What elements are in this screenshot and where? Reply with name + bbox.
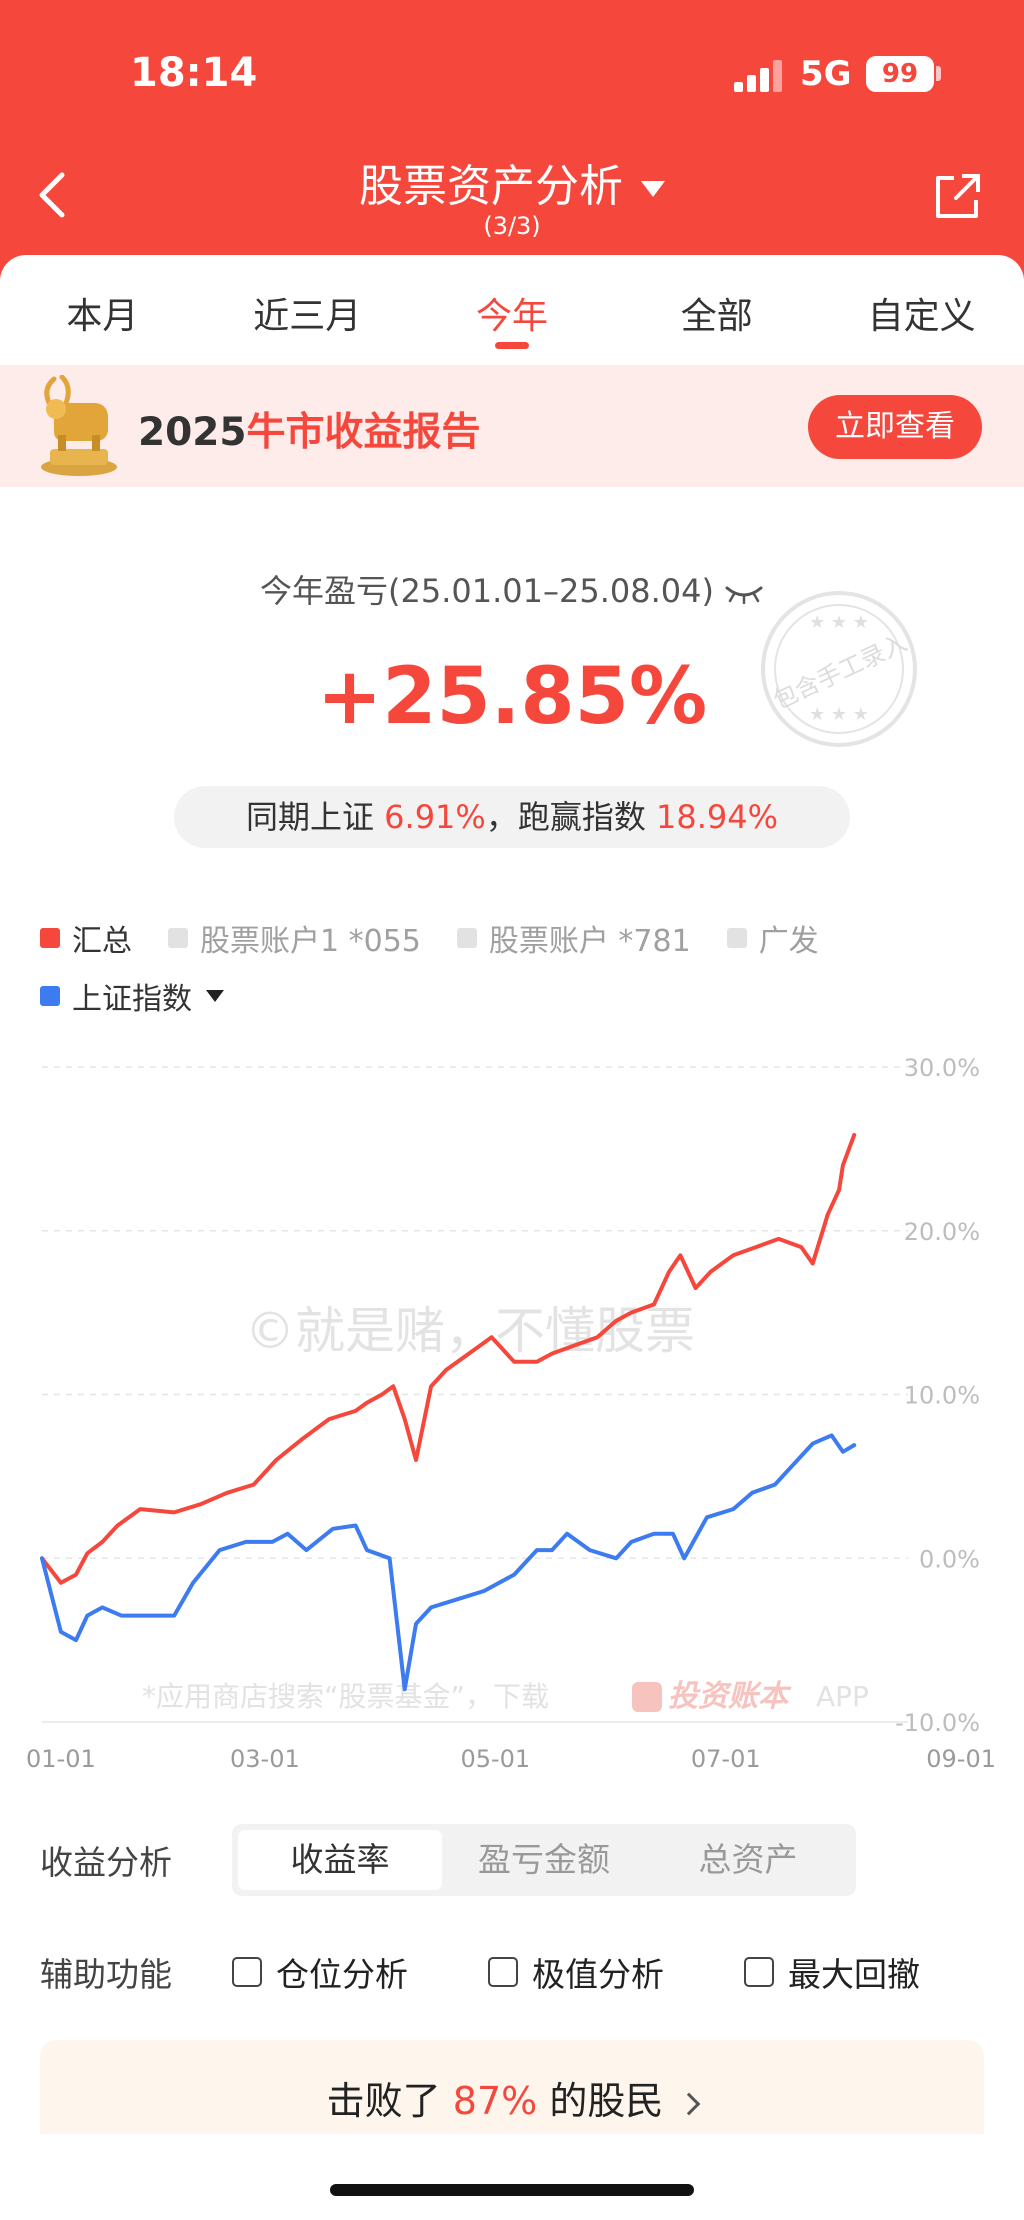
svg-text:★ ★ ★: ★ ★ ★: [809, 704, 869, 725]
share-icon[interactable]: [932, 170, 984, 222]
checkbox-icon: [488, 1957, 518, 1987]
x-tick-label: 05-01: [460, 1745, 530, 1773]
legend-swatch: [40, 928, 60, 948]
battery-tip: [936, 66, 941, 81]
banner-year: 2025: [138, 410, 247, 455]
legend-account-055[interactable]: 股票账户1 *055: [168, 916, 421, 960]
status-time: 18:14: [130, 50, 258, 96]
checkbox-label: 极值分析: [532, 1955, 664, 1994]
legend-account-781[interactable]: 股票账户 *781: [456, 916, 691, 960]
tab-three-months[interactable]: 近三月: [205, 255, 410, 365]
page-title-text: 股票资产分析: [359, 161, 623, 212]
y-tick-label: 10.0%: [904, 1382, 980, 1410]
analysis-segment: 收益率 盈亏金额 总资产: [232, 1824, 856, 1896]
network-label: 5G: [800, 54, 852, 94]
legend-label: 汇总: [72, 924, 132, 959]
chart-footer-brand: 投资账本: [668, 1679, 792, 1714]
tab-this-year[interactable]: 今年: [410, 255, 615, 365]
bull-icon: [41, 375, 117, 476]
banner-title: 2025牛市收益报告: [138, 401, 481, 457]
legend-label: 上证指数: [72, 982, 192, 1017]
checkbox-icon: [744, 1957, 774, 1987]
legend-benchmark[interactable]: 上证指数: [40, 974, 224, 1018]
x-tick-label: 09-01: [926, 1745, 996, 1773]
chart-footer-app: APP: [816, 1680, 869, 1713]
position-analysis-checkbox[interactable]: 仓位分析: [232, 1948, 408, 1996]
checkbox-label: 仓位分析: [276, 1955, 408, 1994]
home-indicator: [330, 2184, 694, 2196]
battery-icon: 99: [866, 56, 934, 92]
y-tick-label: 0.0%: [919, 1545, 980, 1573]
report-banner[interactable]: 2025牛市收益报告 立即查看: [0, 365, 1024, 487]
compare-mid: ，跑赢指数: [485, 798, 646, 836]
return-chart[interactable]: 30.0% 20.0% 10.0% 0.0% -10.0% 01-01 03-01 05-01…: [0, 1030, 1024, 1790]
beat-suffix: 的股民: [549, 2079, 664, 2123]
analysis-label: 收益分析: [40, 1843, 172, 1882]
banner-text: 牛市收益报告: [246, 410, 481, 455]
y-tick-label: 20.0%: [904, 1218, 980, 1246]
y-tick-label: -10.0%: [895, 1709, 980, 1737]
legend-swatch: [726, 928, 747, 948]
checkbox-label: 最大回撤: [788, 1955, 920, 1994]
pl-label-text: 今年盈亏(25.01.01–25.08.04): [260, 572, 714, 610]
benchmark-dropdown-icon: [206, 990, 224, 1002]
y-tick-label: 30.0%: [904, 1054, 980, 1082]
tab-this-month[interactable]: 本月: [0, 255, 205, 365]
manual-entry-stamp: ★ ★ ★ ★ ★ ★ 包含手工录入: [761, 591, 917, 747]
page-subtitle: (3/3): [483, 212, 541, 240]
legend-label: 广发: [758, 924, 819, 959]
svg-text:★ ★ ★: ★ ★ ★: [809, 612, 869, 633]
chart-legend: 汇总 股票账户1 *055 股票账户 *781 广发 上证指数: [40, 916, 1000, 1032]
legend-total[interactable]: 汇总: [40, 916, 132, 960]
segment-pl-amount[interactable]: 盈亏金额: [442, 1830, 646, 1890]
legend-swatch: [456, 928, 477, 948]
chevron-right-icon: [678, 2092, 701, 2115]
tab-custom[interactable]: 自定义: [819, 255, 1024, 365]
tab-all[interactable]: 全部: [614, 255, 819, 365]
x-tick-label: 03-01: [230, 1745, 300, 1773]
legend-label: 股票账户 *781: [488, 924, 691, 959]
aux-label: 辅助功能: [40, 1955, 172, 1994]
extreme-analysis-checkbox[interactable]: 极值分析: [488, 1948, 664, 1996]
compare-prefix: 同期上证: [245, 798, 374, 836]
compare-sh-value: 6.91%: [384, 798, 486, 836]
max-drawdown-checkbox[interactable]: 最大回撤: [744, 1948, 920, 1996]
checkbox-icon: [232, 1957, 262, 1987]
view-now-button[interactable]: 立即查看: [808, 395, 982, 459]
legend-guangfa[interactable]: 广发: [726, 916, 819, 960]
beat-prefix: 击败了: [326, 2079, 441, 2123]
header: 18:14 5G 99 股票资产分析 (3/3): [0, 0, 1024, 290]
compare-beat-value: 18.94%: [656, 798, 779, 836]
title-dropdown-icon: [641, 181, 665, 197]
legend-swatch: [168, 928, 188, 948]
page-title[interactable]: 股票资产分析: [0, 150, 1024, 214]
beat-card[interactable]: 击败了 87% 的股民: [40, 2040, 984, 2134]
x-tick-label: 01-01: [26, 1745, 96, 1773]
x-tick-label: 07-01: [691, 1745, 761, 1773]
chart-footer-note: *应用商店搜索“股票基金”，下载: [142, 1680, 549, 1713]
stamp-text: 包含手工录入: [769, 629, 911, 715]
legend-label: 股票账户1 *055: [200, 924, 421, 959]
legend-swatch: [40, 986, 60, 1006]
period-tabs: 本月 近三月 今年 全部 自定义: [0, 255, 1024, 365]
segment-return-rate[interactable]: 收益率: [238, 1830, 442, 1890]
brand-logo-icon: [632, 1682, 662, 1712]
segment-total-assets[interactable]: 总资产: [646, 1830, 850, 1890]
beat-percent: 87%: [452, 2079, 538, 2123]
benchmark-compare: 同期上证 6.91%，跑赢指数 18.94%: [174, 786, 850, 848]
signal-icon: [734, 60, 786, 92]
series-line-benchmark: [40, 1433, 857, 1692]
